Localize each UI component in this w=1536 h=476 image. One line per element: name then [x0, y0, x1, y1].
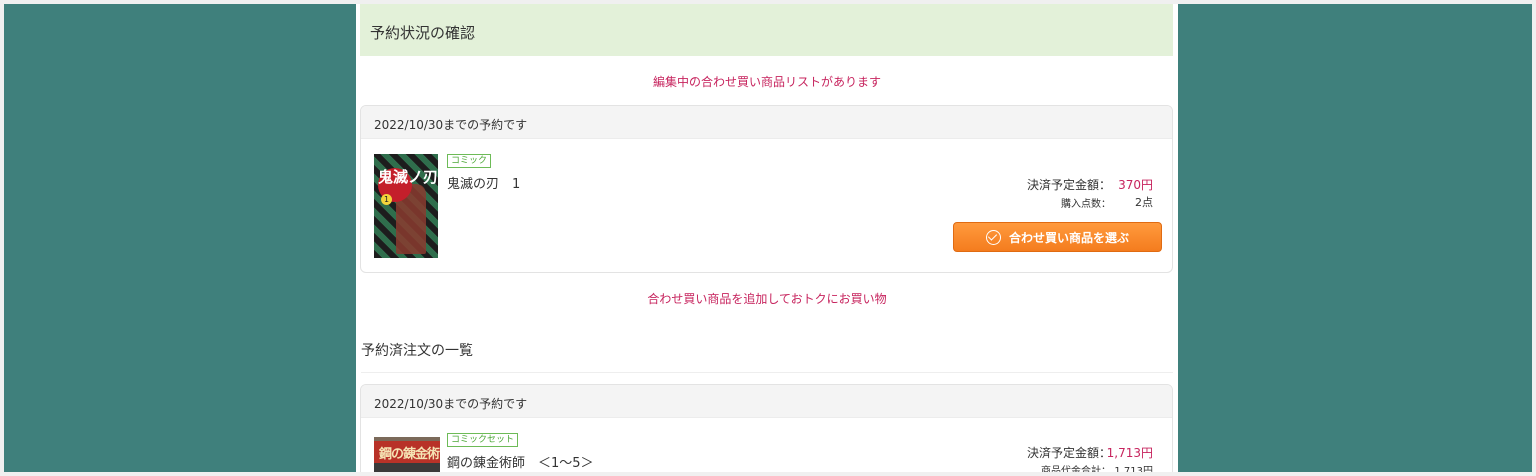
order-subtotal-label: 商品代金合計：: [1041, 466, 1111, 472]
book-cover-kimetsu[interactable]: 鬼滅ノ刃 1: [374, 154, 438, 258]
reservation-card: 2022/10/30までの予約です 鬼滅ノ刃 1 コミック 鬼滅の刃 1 決済予…: [360, 105, 1173, 273]
main-panel: 予約状況の確認 編集中の合わせ買い商品リストがあります 2022/10/30まで…: [356, 4, 1178, 472]
amount-label: 決済予定金額：: [1026, 178, 1111, 192]
order-card-header: 2022/10/30までの予約です: [361, 385, 1172, 418]
cover-title-art: 鬼滅ノ刃: [378, 168, 438, 186]
reservation-deadline: 2022/10/30までの予約です: [374, 118, 528, 132]
editing-notice-link[interactable]: 編集中の合わせ買い商品リストがあります: [356, 73, 1178, 90]
category-badge: コミック: [447, 154, 492, 168]
card-header: 2022/10/30までの予約です: [361, 106, 1172, 139]
left-backdrop: [4, 4, 356, 472]
check-circle-icon: [985, 229, 1001, 245]
select-bundle-button[interactable]: 合わせ買い商品を選ぶ: [953, 222, 1162, 252]
count-label: 購入点数：: [1061, 199, 1111, 210]
category-badge: コミックセット: [447, 433, 519, 447]
amount-value: 370円: [1118, 178, 1153, 192]
section-divider: [361, 372, 1173, 373]
item-title[interactable]: 鬼滅の刃 1: [447, 173, 520, 192]
order-deadline: 2022/10/30までの予約です: [374, 397, 528, 411]
right-backdrop: [1178, 4, 1532, 472]
page-title: 予約状況の確認: [370, 24, 476, 42]
promo-notice-link[interactable]: 合わせ買い商品を追加しておトクにお買い物: [356, 290, 1178, 307]
count-value: 2点: [1135, 196, 1153, 209]
order-amount-value: 1,713円: [1106, 446, 1153, 460]
select-bundle-button-label: 合わせ買い商品を選ぶ: [1008, 230, 1129, 245]
page-header: 予約状況の確認: [360, 4, 1173, 56]
orders-section-title: 予約済注文の一覧: [361, 343, 473, 359]
order-item-title[interactable]: 鋼の錬金術師 ＜1～5＞: [447, 452, 594, 471]
order-subtotal-value: 1,713円: [1114, 466, 1153, 472]
book-cover-hagaren[interactable]: 鋼の錬金術師: [374, 437, 440, 472]
order-amount-label: 決済予定金額：: [1026, 446, 1111, 460]
order-card: 2022/10/30までの予約です 鋼の錬金術師 コミックセット 鋼の錬金術師 …: [360, 384, 1173, 472]
